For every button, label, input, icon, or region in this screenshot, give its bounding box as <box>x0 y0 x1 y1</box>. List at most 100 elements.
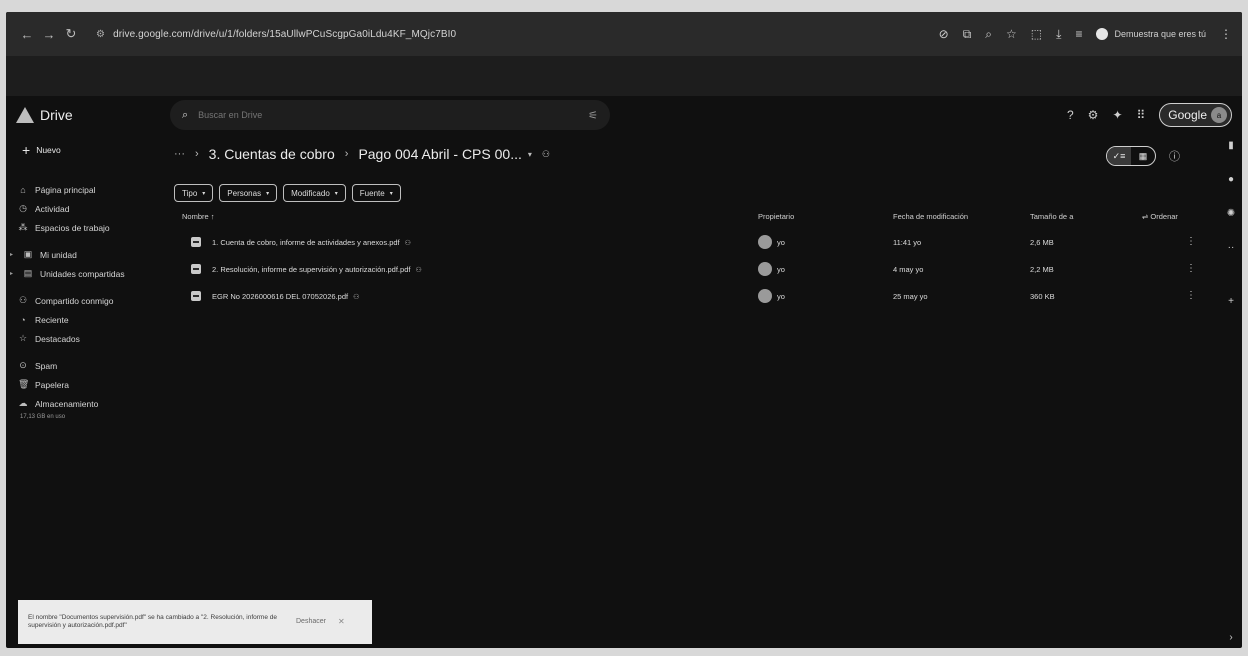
filter-label: Personas <box>227 188 262 198</box>
search-input[interactable] <box>198 110 579 120</box>
reading-list-icon[interactable]: ≡ <box>1075 27 1082 41</box>
filter-source[interactable]: Fuente ▾ <box>351 184 401 202</box>
avatar <box>758 289 772 303</box>
pdf-file-icon <box>191 237 201 247</box>
size-cell: 2,6 MB <box>1030 238 1054 247</box>
sidebar-item-spam[interactable]: ⊙ Spam <box>6 356 156 375</box>
chevron-right-icon: › <box>195 148 199 160</box>
filter-type[interactable]: Tipo ▾ <box>174 184 214 202</box>
table-row[interactable]: 1. Cuenta de cobro, informe de actividad… <box>166 230 1196 257</box>
side-panel-rail: ▮ ● ✺ ·· + › <box>1220 132 1242 643</box>
filter-modified[interactable]: Modificado ▾ <box>283 184 346 202</box>
profile-button[interactable]: Demuestra que eres tú <box>1096 28 1206 40</box>
sort-label: Ordenar <box>1150 212 1178 221</box>
keep-icon[interactable]: ● <box>1226 174 1236 185</box>
sidebar: + Nuevo ⌂ Página principal ◷ Actividad ⁂ Es… <box>6 138 156 420</box>
expand-arrow-icon[interactable]: ▸ <box>10 270 16 277</box>
help-icon[interactable]: ? <box>1067 108 1074 122</box>
new-button[interactable]: + Nuevo <box>14 138 84 162</box>
sidebar-item-label: Mi unidad <box>40 249 77 260</box>
sidebar-item-shared-with-me[interactable]: ⚇ Compartido conmigo <box>6 291 156 310</box>
table-row[interactable]: 2. Resolución, informe de supervisión y … <box>166 257 1196 284</box>
table-row[interactable]: EGR No 2026000616 DEL 07052026.pdf ⚇ yo 2… <box>166 284 1196 311</box>
shared-icon: ⚇ <box>404 240 411 247</box>
drive-logo[interactable]: Drive <box>16 107 166 123</box>
shared-drives-icon: ▤ <box>23 268 33 278</box>
sidebar-item-label: Reciente <box>35 314 69 325</box>
sidebar-item-home[interactable]: ⌂ Página principal <box>6 180 156 199</box>
workspace-icon: ⁂ <box>18 222 28 232</box>
app-name: Drive <box>40 107 73 123</box>
more-actions-icon[interactable]: ⋮ <box>1186 290 1196 301</box>
sidebar-item-recent[interactable]: ◔ Reciente <box>6 310 156 329</box>
close-icon[interactable]: ✕ <box>338 617 345 627</box>
gemini-icon[interactable]: ✦ <box>1112 108 1122 122</box>
search-icon[interactable]: ⌕ <box>182 109 188 122</box>
details-info-icon[interactable]: ⓘ <box>1169 148 1180 164</box>
chevron-down-icon[interactable]: ▾ <box>528 150 532 159</box>
avatar: a <box>1211 107 1227 123</box>
pdf-file-icon <box>191 291 201 301</box>
column-size-header[interactable]: Tamaño de a <box>1030 212 1073 221</box>
pdf-file-icon <box>191 264 201 274</box>
home-icon: ⌂ <box>20 184 26 195</box>
spam-icon: ⊙ <box>19 360 27 370</box>
filter-people[interactable]: Personas ▾ <box>219 184 278 202</box>
more-actions-icon[interactable]: ⋮ <box>1186 236 1196 247</box>
sidebar-item-storage[interactable]: ☁ Almacenamiento <box>6 394 156 413</box>
rename-toast: El nombre "Documentos supervisión.pdf" s… <box>18 600 372 644</box>
sidebar-item-workspaces[interactable]: ⁂ Espacios de trabajo <box>6 218 156 237</box>
column-name-label: Nombre <box>182 212 209 221</box>
breadcrumb-root[interactable]: 3. Cuentas de cobro <box>209 146 335 162</box>
shared-with-me-icon: ⚇ <box>18 295 28 305</box>
zoom-icon[interactable]: ⌕ <box>985 27 992 42</box>
star-icon: ☆ <box>18 333 28 343</box>
contacts-icon[interactable]: ·· <box>1226 242 1236 253</box>
sidebar-item-label: Destacados <box>35 333 80 344</box>
breadcrumb-overflow[interactable]: ··· <box>174 148 185 160</box>
site-info-icon[interactable]: ⚙ <box>96 29 105 40</box>
column-modified-header[interactable]: Fecha de modificación <box>893 212 968 221</box>
cast-icon[interactable]: ⧉ <box>963 27 972 42</box>
calendar-icon[interactable]: ▮ <box>1226 140 1236 151</box>
sidebar-item-activity[interactable]: ◷ Actividad <box>6 199 156 218</box>
no-tracking-icon[interactable]: ⊘ <box>939 27 949 41</box>
view-toggle: ✓≡ ▦ <box>1106 146 1156 166</box>
expand-arrow-icon[interactable]: ▸ <box>10 251 16 258</box>
account-button[interactable]: Google a <box>1159 103 1232 127</box>
grid-view-button[interactable]: ▦ <box>1131 147 1155 165</box>
back-icon[interactable]: ← <box>16 27 38 42</box>
sidebar-item-label: Compartido conmigo <box>35 295 114 306</box>
settings-icon[interactable]: ⚙ <box>1088 108 1099 122</box>
search-bar[interactable]: ⌕ ⚟ <box>170 100 610 130</box>
sort-button[interactable]: ⇌ Ordenar <box>1142 212 1178 221</box>
apps-grid-icon[interactable]: ⠿ <box>1137 108 1146 122</box>
bookmark-star-icon[interactable]: ☆ <box>1006 27 1017 41</box>
forward-icon[interactable]: → <box>38 27 60 42</box>
column-name-header[interactable]: Nombre ↑ <box>182 212 215 221</box>
sidebar-item-trash[interactable]: 🗑 Papelera <box>6 375 156 394</box>
collapse-panel-icon[interactable]: › <box>1226 632 1236 643</box>
add-addon-icon[interactable]: + <box>1226 296 1236 307</box>
browser-menu-icon[interactable]: ⋮ <box>1220 27 1232 41</box>
download-icon[interactable]: ⤓ <box>1056 27 1061 42</box>
breadcrumb-current[interactable]: Pago 004 Abril - CPS 00... <box>358 146 521 162</box>
sidebar-item-shared-drives[interactable]: ▸ ▤ Unidades compartidas <box>6 264 156 283</box>
extensions-icon[interactable]: ⬚ <box>1031 27 1042 41</box>
undo-button[interactable]: Deshacer <box>296 618 326 627</box>
drive-logo-icon <box>16 107 34 123</box>
list-view-button[interactable]: ✓≡ <box>1107 147 1131 165</box>
column-owner-header[interactable]: Propietario <box>758 212 794 221</box>
sidebar-item-starred[interactable]: ☆ Destacados <box>6 329 156 348</box>
more-actions-icon[interactable]: ⋮ <box>1186 263 1196 274</box>
storage-usage: 17,13 GB en uso <box>20 414 66 420</box>
profile-avatar <box>1096 28 1109 40</box>
sort-arrow-up-icon[interactable]: ↑ <box>211 212 215 221</box>
sidebar-item-my-drive[interactable]: ▸ ▣ Mi unidad <box>6 245 156 264</box>
owner-cell: yo <box>758 235 785 249</box>
address-bar[interactable]: ⚙ drive.google.com/drive/u/1/folders/15aU… <box>96 29 456 40</box>
search-options-icon[interactable]: ⚟ <box>588 109 598 122</box>
file-list: 1. Cuenta de cobro, informe de actividad… <box>166 230 1196 311</box>
reload-icon[interactable]: ↻ <box>60 26 82 42</box>
tasks-icon[interactable]: ✺ <box>1226 208 1236 219</box>
